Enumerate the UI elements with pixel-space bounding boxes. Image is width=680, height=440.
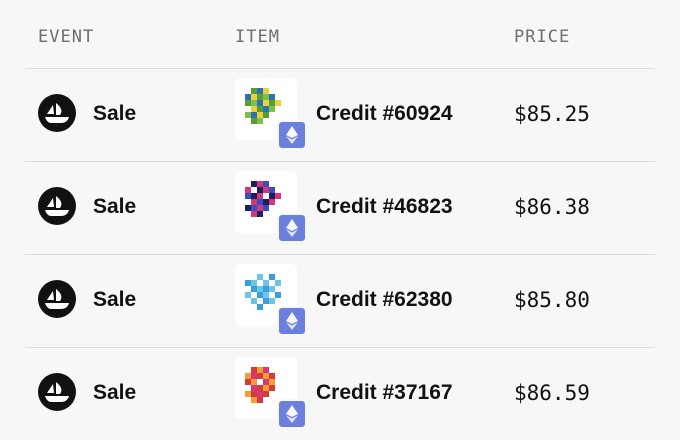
column-header-item: ITEM	[235, 27, 280, 47]
price-value: $85.25	[514, 102, 590, 126]
table-row[interactable]: Sale Credit #37167 $86.59	[0, 348, 680, 440]
price-value: $86.38	[514, 195, 590, 219]
opensea-ship-icon	[38, 373, 76, 411]
ethereum-icon	[277, 120, 307, 150]
opensea-ship-icon	[38, 187, 76, 225]
table-row[interactable]: Sale Credit #46823 $86.38	[0, 162, 680, 254]
opensea-ship-icon	[38, 280, 76, 318]
table-header: EVENT ITEM PRICE	[0, 0, 680, 68]
nft-thumbnail[interactable]	[235, 357, 307, 429]
nft-thumbnail[interactable]	[235, 171, 307, 243]
event-type: Sale	[93, 195, 137, 218]
column-header-event: EVENT	[38, 27, 95, 47]
ethereum-icon	[277, 213, 307, 243]
item-name[interactable]: Credit #37167	[316, 381, 453, 405]
item-name[interactable]: Credit #60924	[316, 102, 453, 126]
opensea-ship-icon	[38, 94, 76, 132]
nft-thumbnail[interactable]	[235, 264, 307, 336]
item-name[interactable]: Credit #46823	[316, 195, 453, 219]
nft-thumbnail[interactable]	[235, 78, 307, 150]
event-type: Sale	[93, 102, 137, 125]
column-header-price: PRICE	[514, 27, 571, 47]
price-value: $85.80	[514, 288, 590, 312]
table-row[interactable]: Sale Credit #62380 $85.80	[0, 255, 680, 347]
ethereum-icon	[277, 399, 307, 429]
event-type: Sale	[93, 381, 137, 404]
table-row[interactable]: Sale Credit #60924 $85.25	[0, 69, 680, 161]
price-value: $86.59	[514, 381, 590, 405]
event-type: Sale	[93, 288, 137, 311]
item-name[interactable]: Credit #62380	[316, 288, 453, 312]
activity-table: EVENT ITEM PRICE Sale Credit #60924 $85.…	[0, 0, 680, 436]
ethereum-icon	[277, 306, 307, 336]
